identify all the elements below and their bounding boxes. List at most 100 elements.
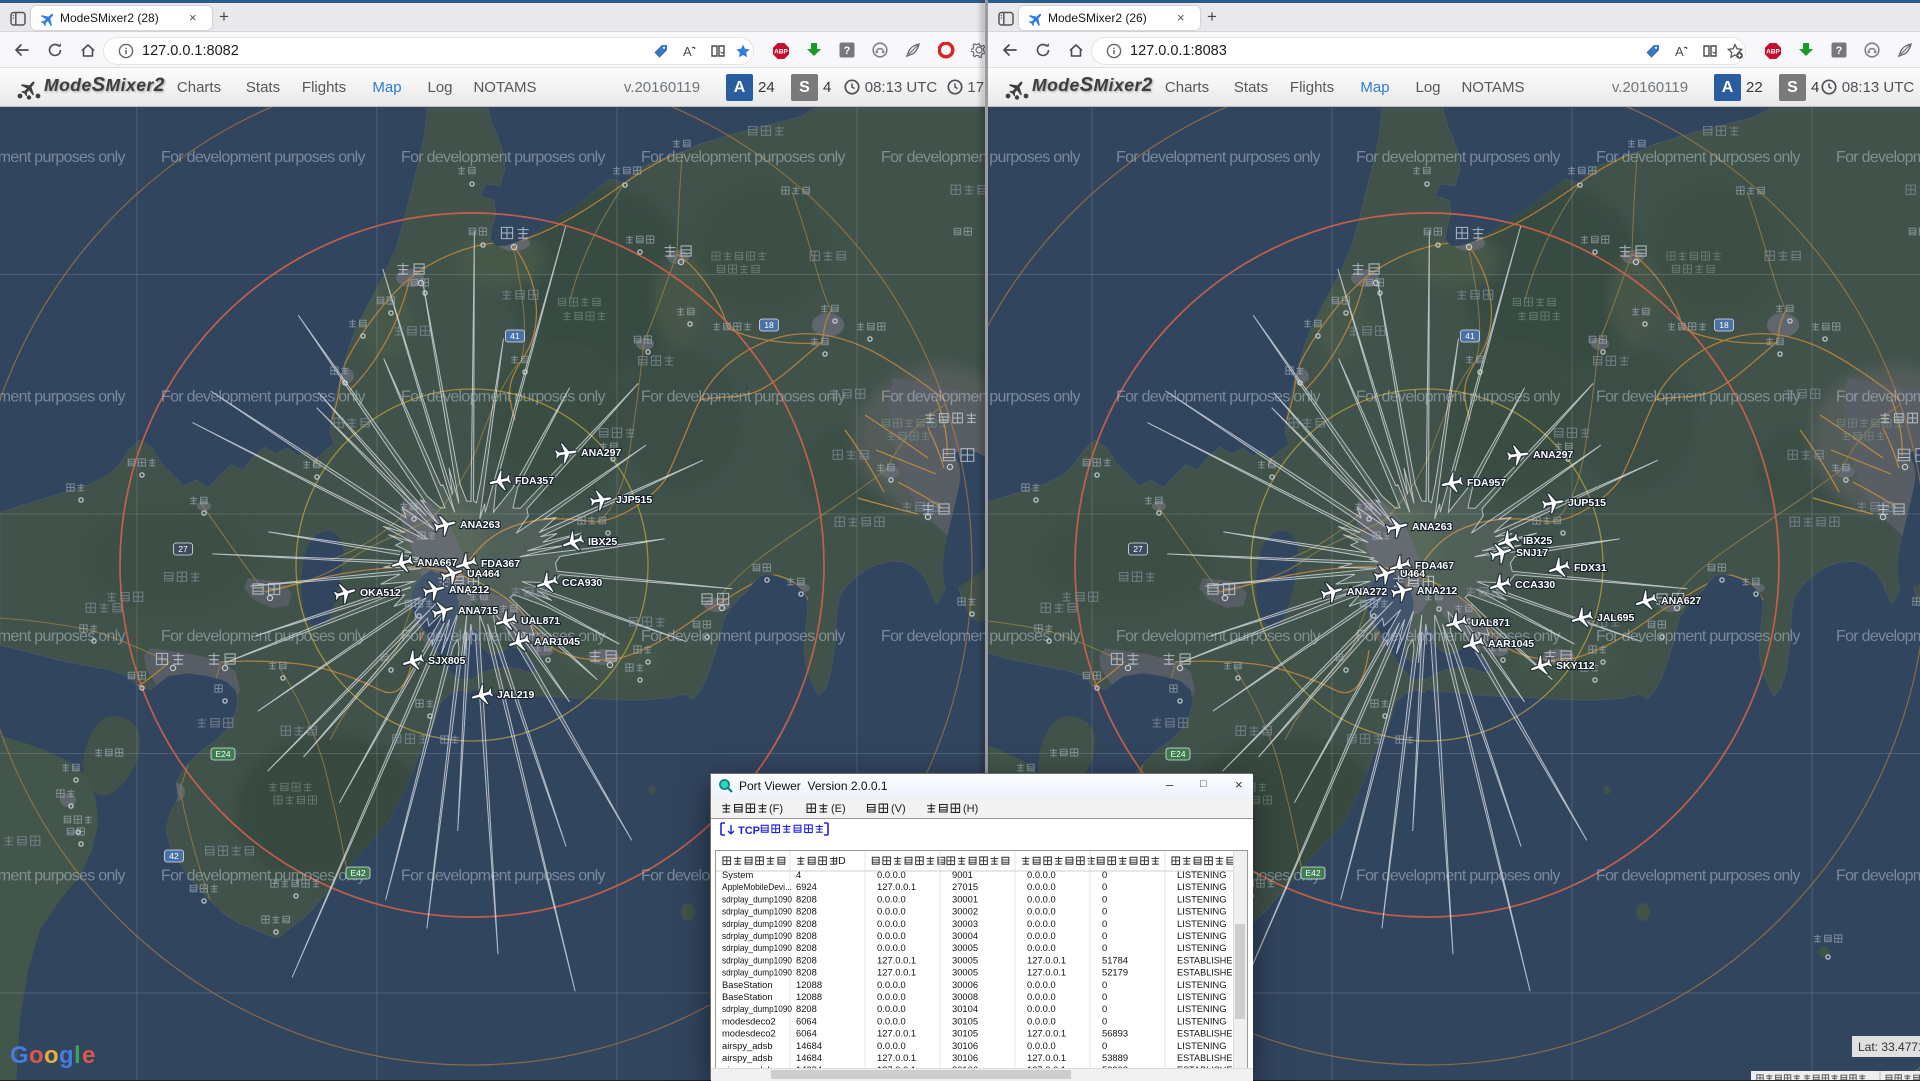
svg-text:0: 0 (1102, 906, 1107, 917)
svg-text:0: 0 (1102, 1015, 1107, 1026)
svg-text:0: 0 (1102, 979, 1107, 990)
svg-text:30106: 30106 (952, 1052, 978, 1063)
svg-text:ID: ID (835, 855, 846, 867)
svg-text:LISTENING: LISTENING (1177, 918, 1227, 929)
svg-text:SJX805: SJX805 (428, 655, 466, 667)
svg-text:sdrplay_dump1090: sdrplay_dump1090 (722, 918, 792, 929)
svg-text:30105: 30105 (952, 1028, 978, 1039)
svg-text:sdrplay_dump1090: sdrplay_dump1090 (722, 1003, 792, 1014)
svg-text:0.0.0.0: 0.0.0.0 (877, 991, 906, 1002)
svg-text:ANA272: ANA272 (1347, 586, 1387, 598)
svg-text:30008: 30008 (952, 991, 978, 1002)
svg-text:AAR1045: AAR1045 (534, 636, 580, 648)
svg-text:ANA263: ANA263 (1412, 521, 1452, 533)
svg-text:CCA930: CCA930 (562, 577, 602, 589)
svg-text:(F): (F) (769, 803, 783, 815)
svg-text:14684: 14684 (796, 1040, 822, 1051)
svg-text:sdrplay_dump1090: sdrplay_dump1090 (722, 893, 792, 904)
svg-text:BaseStation: BaseStation (722, 979, 773, 990)
svg-text:0.0.0.0: 0.0.0.0 (1027, 1040, 1056, 1051)
svg-text:127.0.0.1: 127.0.0.1 (1027, 1028, 1066, 1039)
svg-text:sdrplay_dump1090: sdrplay_dump1090 (722, 906, 792, 917)
svg-text:ESTABLISHED: ESTABLISHED (1177, 954, 1239, 965)
svg-text:ESTABLISHED: ESTABLISHED (1177, 967, 1239, 978)
svg-text:0.0.0.0: 0.0.0.0 (1027, 869, 1056, 880)
svg-text:OKA512: OKA512 (360, 587, 401, 599)
svg-text:8208: 8208 (796, 1003, 817, 1014)
svg-text:127.0.0.1: 127.0.0.1 (877, 881, 916, 892)
svg-text:UAL871: UAL871 (1471, 617, 1510, 629)
svg-text:(H): (H) (963, 803, 978, 815)
svg-text:airspy_adsb: airspy_adsb (722, 1052, 773, 1063)
svg-text:0.0.0.0: 0.0.0.0 (877, 979, 906, 990)
svg-text:0: 0 (1102, 1003, 1107, 1014)
svg-text:0: 0 (1102, 893, 1107, 904)
svg-text:27015: 27015 (952, 881, 978, 892)
svg-text:127.0.0.1: 127.0.0.1 (877, 1052, 916, 1063)
svg-text:ANA627: ANA627 (1661, 595, 1701, 607)
svg-text:127.0.0.1: 127.0.0.1 (877, 1028, 916, 1039)
svg-text:127.0.0.1: 127.0.0.1 (1027, 1052, 1066, 1063)
svg-text:53889: 53889 (1102, 1052, 1128, 1063)
svg-text:ANA297: ANA297 (1533, 449, 1573, 461)
svg-text:FDA357: FDA357 (515, 475, 554, 487)
svg-text:TCP: TCP (738, 825, 760, 837)
svg-text:BaseStation: BaseStation (722, 991, 773, 1002)
svg-text:0: 0 (1102, 942, 1107, 953)
svg-text:56893: 56893 (1102, 1028, 1128, 1039)
svg-text:SKY112: SKY112 (1556, 660, 1595, 672)
svg-text:0.0.0.0: 0.0.0.0 (877, 1015, 906, 1026)
svg-text:(E): (E) (831, 803, 846, 815)
svg-text:JJP515: JJP515 (616, 494, 652, 506)
svg-text:0.0.0.0: 0.0.0.0 (877, 930, 906, 941)
svg-text:LISTENING: LISTENING (1177, 930, 1227, 941)
svg-text:0: 0 (1102, 991, 1107, 1002)
svg-text:14684: 14684 (796, 1052, 822, 1063)
svg-text:8208: 8208 (796, 954, 817, 965)
svg-text:SNJ17: SNJ17 (1516, 547, 1548, 559)
svg-text:ANA263: ANA263 (460, 519, 500, 531)
svg-text:0: 0 (1102, 930, 1107, 941)
svg-text:sdrplay_dump1090: sdrplay_dump1090 (722, 954, 792, 965)
svg-text:LISTENING: LISTENING (1177, 1040, 1227, 1051)
svg-text:127.0.0.1: 127.0.0.1 (1027, 954, 1066, 965)
svg-text:8208: 8208 (796, 918, 817, 929)
svg-text:LISTENING: LISTENING (1177, 979, 1227, 990)
svg-text:6924: 6924 (796, 881, 817, 892)
svg-text:UA464: UA464 (467, 568, 500, 580)
svg-text:sdrplay_dump1090: sdrplay_dump1090 (722, 942, 792, 953)
svg-text:0.0.0.0: 0.0.0.0 (1027, 1015, 1056, 1026)
svg-text:0: 0 (1102, 1040, 1107, 1051)
svg-text:ANA297: ANA297 (581, 447, 621, 459)
svg-text:4: 4 (796, 869, 801, 880)
svg-text:0.0.0.0: 0.0.0.0 (1027, 930, 1056, 941)
svg-text:52179: 52179 (1102, 967, 1128, 978)
svg-text:6064: 6064 (796, 1015, 817, 1026)
svg-text:8208: 8208 (796, 906, 817, 917)
svg-text:LISTENING: LISTENING (1177, 906, 1227, 917)
svg-text:AAR1045: AAR1045 (1488, 638, 1534, 650)
svg-text:LISTENING: LISTENING (1177, 1015, 1227, 1026)
svg-text:0.0.0.0: 0.0.0.0 (877, 1040, 906, 1051)
svg-text:0.0.0.0: 0.0.0.0 (1027, 1003, 1056, 1014)
svg-text:8208: 8208 (796, 967, 817, 978)
svg-text:JUP515: JUP515 (1568, 497, 1606, 509)
svg-text:IBX25: IBX25 (588, 536, 617, 548)
svg-text:ESTABLISHED: ESTABLISHED (1177, 1028, 1239, 1039)
svg-text:30004: 30004 (952, 930, 978, 941)
svg-text:airspy_adsb: airspy_adsb (722, 1040, 773, 1051)
svg-text:sdrplay_dump1090: sdrplay_dump1090 (722, 967, 792, 978)
svg-text:ANA667: ANA667 (417, 557, 457, 569)
svg-text:0.0.0.0: 0.0.0.0 (877, 893, 906, 904)
svg-text:0: 0 (1102, 869, 1107, 880)
svg-text:51784: 51784 (1102, 954, 1128, 965)
svg-text:LISTENING: LISTENING (1177, 942, 1227, 953)
svg-text:8208: 8208 (796, 942, 817, 953)
svg-text:AppleMobileDevi...: AppleMobileDevi... (722, 881, 792, 892)
svg-text:30105: 30105 (952, 1015, 978, 1026)
svg-text:30002: 30002 (952, 906, 978, 917)
svg-text:0.0.0.0: 0.0.0.0 (1027, 881, 1056, 892)
svg-text:IBX25: IBX25 (1523, 535, 1552, 547)
svg-text:U464: U464 (1400, 568, 1425, 580)
svg-text:0.0.0.0: 0.0.0.0 (1027, 979, 1056, 990)
